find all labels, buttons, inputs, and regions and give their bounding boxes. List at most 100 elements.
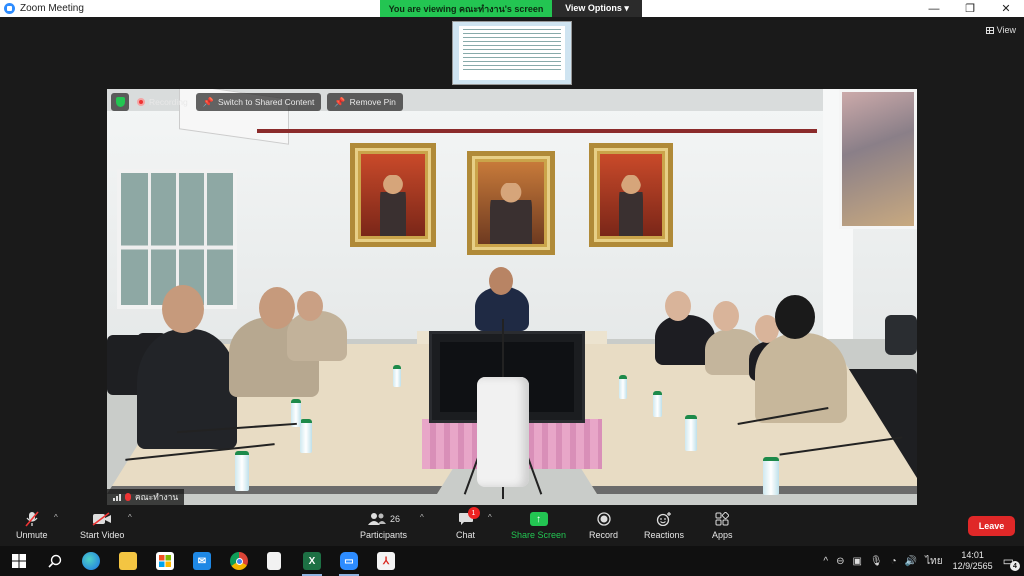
portrait-center — [467, 151, 555, 255]
recording-indicator: Recording — [135, 93, 190, 111]
view-button[interactable]: View — [985, 25, 1016, 35]
chat-button[interactable]: 1 Chat — [456, 507, 480, 540]
view-options-button[interactable]: View Options ▾ — [552, 0, 642, 17]
chat-label: Chat — [456, 530, 476, 540]
apps-button[interactable]: Apps — [712, 509, 733, 540]
water-bottle — [653, 391, 662, 417]
remove-pin-button[interactable]: 📌 Remove Pin — [327, 93, 403, 111]
pdf-reader-icon[interactable]: ⅄ — [377, 552, 395, 570]
recording-label: Recording — [149, 97, 188, 107]
encryption-shield-icon[interactable] — [111, 93, 129, 111]
participant-head — [775, 295, 815, 339]
wifi-icon[interactable]: ◔ — [891, 556, 897, 567]
notifications-icon[interactable]: ▭ 4 — [1003, 554, 1020, 571]
reactions-label: Reactions — [644, 530, 685, 540]
video-overlay-toolbar: Recording 📌 Switch to Shared Content 📌 R… — [111, 93, 403, 111]
wall-mural — [839, 89, 917, 229]
record-label: Record — [589, 530, 619, 540]
mail-icon[interactable]: ✉ — [193, 552, 211, 570]
document-file-icon[interactable] — [267, 552, 281, 570]
minimize-icon[interactable]: — — [916, 0, 952, 17]
participant-head — [713, 301, 739, 331]
start-video-button[interactable]: Start Video — [80, 509, 124, 540]
leave-button[interactable]: Leave — [968, 516, 1015, 536]
zoom-app-icon — [4, 3, 15, 14]
start-video-label: Start Video — [80, 530, 125, 540]
water-bottle — [619, 375, 627, 399]
meeting-controls: Unmute ^ Start Video ^ 26 Participants ^… — [0, 507, 1024, 546]
participant-person — [755, 333, 847, 423]
record-button[interactable]: Record — [589, 509, 618, 540]
meeting-area: View Recording 📌 Switch to Shared Conten… — [0, 17, 1024, 507]
water-bottle — [235, 451, 249, 491]
apps-icon — [715, 509, 730, 529]
participants-options-chevron-icon[interactable]: ^ — [420, 513, 424, 522]
water-bottle — [393, 365, 401, 387]
chrome-browser-icon[interactable] — [230, 552, 248, 570]
wall-trim — [257, 129, 817, 133]
share-banner: You are viewing คณะทำงาน's screen View O… — [380, 0, 642, 17]
reactions-button[interactable]: Reactions — [644, 509, 684, 540]
camera-tray-icon[interactable]: ▣ — [852, 556, 861, 567]
water-bottle — [763, 457, 779, 495]
portrait-left — [350, 143, 436, 247]
grid-view-icon — [985, 26, 994, 34]
title-bar: Zoom Meeting You are viewing คณะทำงาน's … — [0, 0, 1024, 17]
participants-label: Participants — [360, 530, 408, 540]
notification-count: 4 — [1010, 561, 1020, 571]
switch-to-shared-content-button[interactable]: 📌 Switch to Shared Content — [195, 93, 322, 111]
clock-time: 14:01 — [961, 550, 984, 560]
video-off-icon — [92, 509, 112, 529]
pin-icon: 📌 — [334, 96, 346, 107]
pinned-video[interactable]: Recording 📌 Switch to Shared Content 📌 R… — [107, 89, 917, 505]
chat-unread-badge: 1 — [467, 507, 480, 519]
search-icon[interactable] — [46, 552, 64, 570]
water-bottle — [300, 419, 312, 453]
record-icon — [596, 509, 611, 529]
view-button-label: View — [996, 25, 1016, 35]
audio-options-chevron-icon[interactable]: ^ — [54, 513, 58, 522]
volume-icon[interactable]: 🔊 — [905, 556, 917, 567]
show-hidden-icons-chevron-icon[interactable]: ^ — [823, 556, 828, 567]
edge-browser-icon[interactable] — [82, 552, 100, 570]
excel-icon[interactable]: X — [303, 552, 321, 570]
muted-microphone-icon — [25, 509, 39, 529]
video-options-chevron-icon[interactable]: ^ — [128, 513, 132, 522]
apps-label: Apps — [712, 530, 733, 540]
system-clock[interactable]: 14:01 12/9/2565 — [953, 550, 993, 572]
participant-head — [297, 291, 323, 321]
share-screen-label: Share Screen — [511, 530, 567, 540]
zoom-app-taskbar-icon[interactable]: ▭ — [340, 552, 358, 570]
window-controls: — ❐ ✕ — [916, 0, 1024, 17]
microphone-tray-icon[interactable]: 🎙 — [870, 556, 883, 567]
windows-taskbar: ✉ X ▭ ⅄ ^ ⊖ ▣ 🎙 ◔ 🔊 ไทย 14:01 12/9/2565 … — [0, 546, 1024, 576]
participant-head — [162, 285, 204, 333]
system-tray: ^ ⊖ ▣ 🎙 ◔ 🔊 ไทย 14:01 12/9/2565 ▭ 4 — [819, 546, 1024, 576]
switch-shared-label: Switch to Shared Content — [217, 97, 315, 107]
participants-icon: 26 — [367, 509, 400, 529]
pin-icon: 📌 — [202, 96, 214, 107]
shared-screen-thumbnail[interactable] — [452, 21, 572, 85]
unmute-button[interactable]: Unmute — [16, 509, 48, 540]
chat-options-chevron-icon[interactable]: ^ — [488, 513, 492, 522]
unmute-label: Unmute — [16, 530, 48, 540]
close-icon[interactable]: ✕ — [988, 0, 1024, 17]
chat-icon: 1 — [458, 507, 480, 529]
remove-pin-label: Remove Pin — [349, 97, 396, 107]
viewing-message: You are viewing คณะทำงาน's screen — [380, 0, 552, 17]
microsoft-store-icon[interactable] — [156, 552, 174, 570]
participants-button[interactable]: 26 Participants — [360, 509, 407, 540]
participant-name: คณะทำงาน — [135, 492, 179, 502]
network-icon[interactable]: ⊖ — [836, 556, 844, 567]
participants-count: 26 — [390, 514, 401, 524]
air-purifier — [477, 377, 529, 487]
file-explorer-icon[interactable] — [119, 552, 137, 570]
restore-icon[interactable]: ❐ — [952, 0, 988, 17]
reactions-icon — [656, 509, 672, 529]
share-screen-button[interactable]: ↑ Share Screen — [511, 509, 566, 540]
input-language[interactable]: ไทย — [925, 554, 942, 569]
participant-head — [665, 291, 691, 321]
participant-name-tag: คณะทำงาน — [107, 489, 185, 505]
water-bottle — [685, 415, 697, 451]
windows-start-icon[interactable] — [10, 552, 28, 570]
